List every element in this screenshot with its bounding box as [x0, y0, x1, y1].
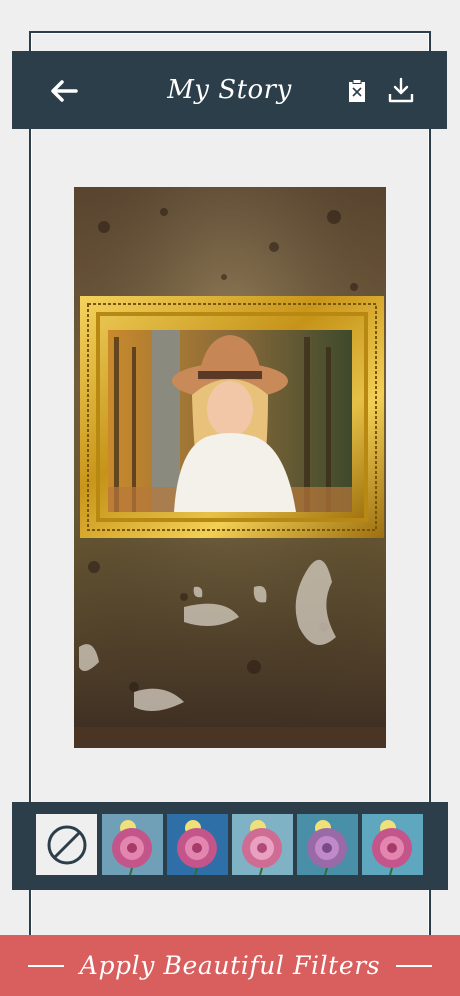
no-filter-icon	[47, 825, 86, 864]
rose-thumbnail-icon	[167, 814, 228, 875]
back-button[interactable]	[46, 73, 82, 109]
promo-banner: Apply Beautiful Filters	[0, 935, 460, 996]
rose-thumbnail-icon	[297, 814, 358, 875]
filter-thumb-5[interactable]	[362, 814, 423, 875]
filter-thumb-2[interactable]	[167, 814, 228, 875]
banner-caption: Apply Beautiful Filters	[79, 951, 381, 980]
filter-strip	[12, 802, 448, 890]
filter-thumb-3[interactable]	[232, 814, 293, 875]
rose-thumbnail-icon	[232, 814, 293, 875]
clear-button[interactable]	[342, 75, 372, 107]
filter-thumb-4[interactable]	[297, 814, 358, 875]
filter-thumb-1[interactable]	[102, 814, 163, 875]
top-toolbar: My Story	[12, 51, 447, 129]
download-icon	[388, 77, 414, 103]
filter-thumb-none[interactable]	[36, 814, 97, 875]
rose-thumbnail-icon	[362, 814, 423, 875]
clipboard-clear-icon	[349, 79, 365, 102]
download-button[interactable]	[384, 73, 418, 107]
rose-thumbnail-icon	[102, 814, 163, 875]
photo-frame-canvas[interactable]	[74, 187, 386, 748]
arrow-left-icon	[51, 80, 78, 102]
